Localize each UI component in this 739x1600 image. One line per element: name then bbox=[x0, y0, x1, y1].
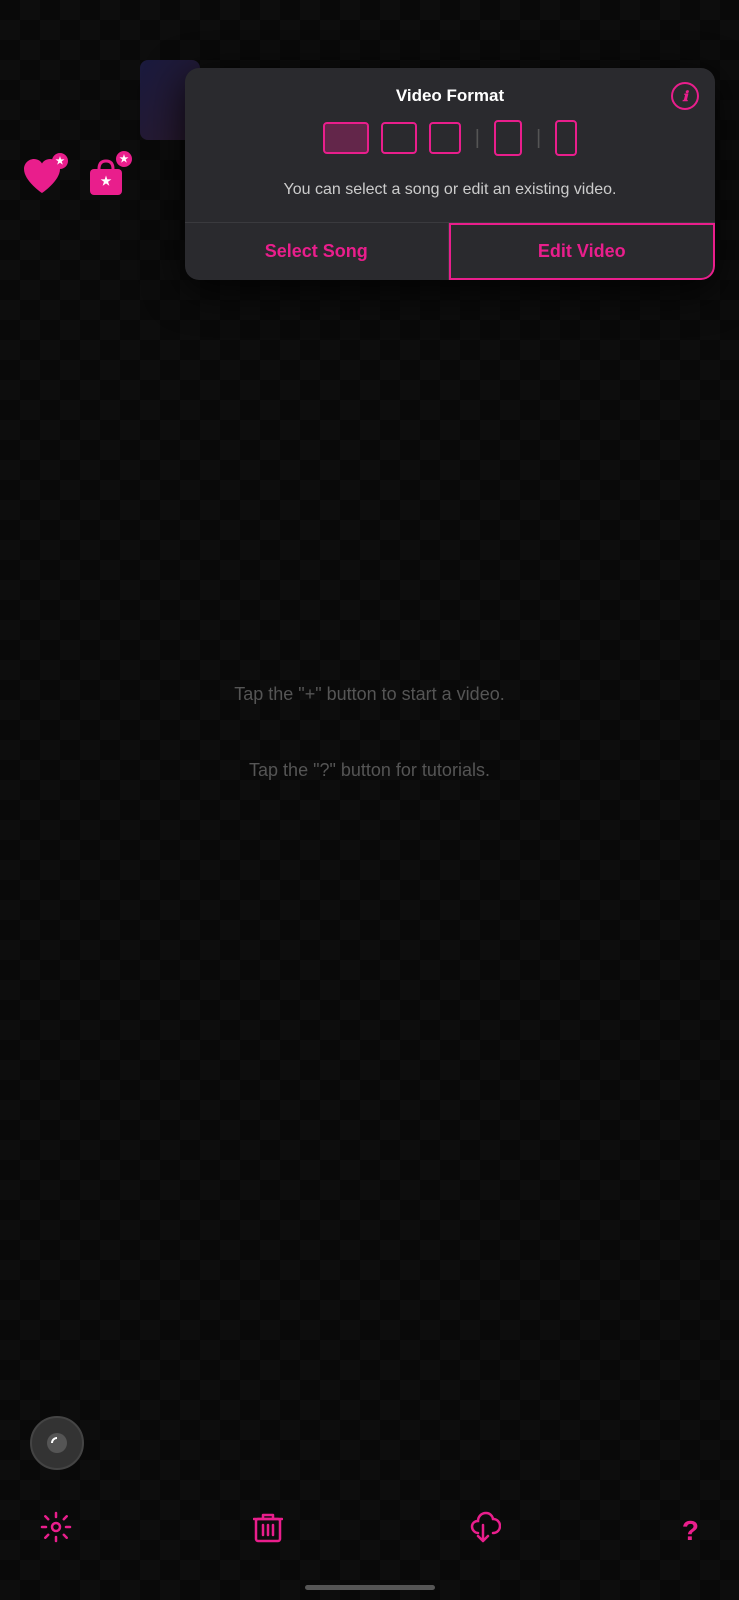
format-portrait-button[interactable] bbox=[555, 120, 577, 156]
download-button[interactable] bbox=[465, 1511, 501, 1550]
format-selector-row: | | bbox=[185, 106, 715, 170]
format-portrait-mid-button[interactable] bbox=[494, 120, 522, 156]
home-indicator bbox=[305, 1585, 435, 1590]
favorites-button[interactable]: ★ bbox=[20, 157, 64, 202]
heart-badge: ★ bbox=[52, 153, 68, 169]
format-divider-2: | bbox=[536, 127, 541, 150]
format-square-button[interactable] bbox=[429, 122, 461, 154]
modal-header: Video Format ℹ bbox=[185, 68, 715, 106]
edit-video-button[interactable]: Edit Video bbox=[449, 223, 716, 280]
settings-button[interactable] bbox=[40, 1511, 72, 1550]
dark-circle-button[interactable] bbox=[30, 1416, 84, 1470]
svg-text:★: ★ bbox=[101, 174, 112, 188]
bottom-toolbar: ? bbox=[0, 1511, 739, 1550]
bag-badge: ★ bbox=[116, 151, 132, 167]
format-divider: | bbox=[475, 127, 480, 150]
circle-inner-icon bbox=[45, 1431, 69, 1455]
modal-title: Video Format bbox=[205, 86, 695, 106]
download-cloud-icon bbox=[465, 1511, 501, 1543]
help-button[interactable]: ? bbox=[682, 1515, 699, 1547]
format-square-wide-button[interactable] bbox=[381, 122, 417, 154]
shop-button[interactable]: ★ ★ bbox=[84, 155, 128, 204]
top-left-icons: ★ ★ ★ bbox=[20, 155, 128, 204]
trash-icon bbox=[253, 1511, 283, 1543]
info-button[interactable]: ℹ bbox=[671, 82, 699, 110]
plus-hint: Tap the "+" button to start a video. bbox=[0, 680, 739, 709]
select-song-button[interactable]: Select Song bbox=[185, 223, 449, 280]
settings-icon bbox=[40, 1511, 72, 1543]
delete-button[interactable] bbox=[253, 1511, 283, 1550]
question-hint: Tap the "?" button for tutorials. bbox=[0, 760, 739, 781]
format-landscape-button[interactable] bbox=[323, 122, 369, 154]
modal-description: You can select a song or edit an existin… bbox=[185, 170, 715, 222]
video-format-modal: Video Format ℹ | | You can select a song… bbox=[185, 68, 715, 280]
modal-buttons: Select Song Edit Video bbox=[185, 222, 715, 280]
